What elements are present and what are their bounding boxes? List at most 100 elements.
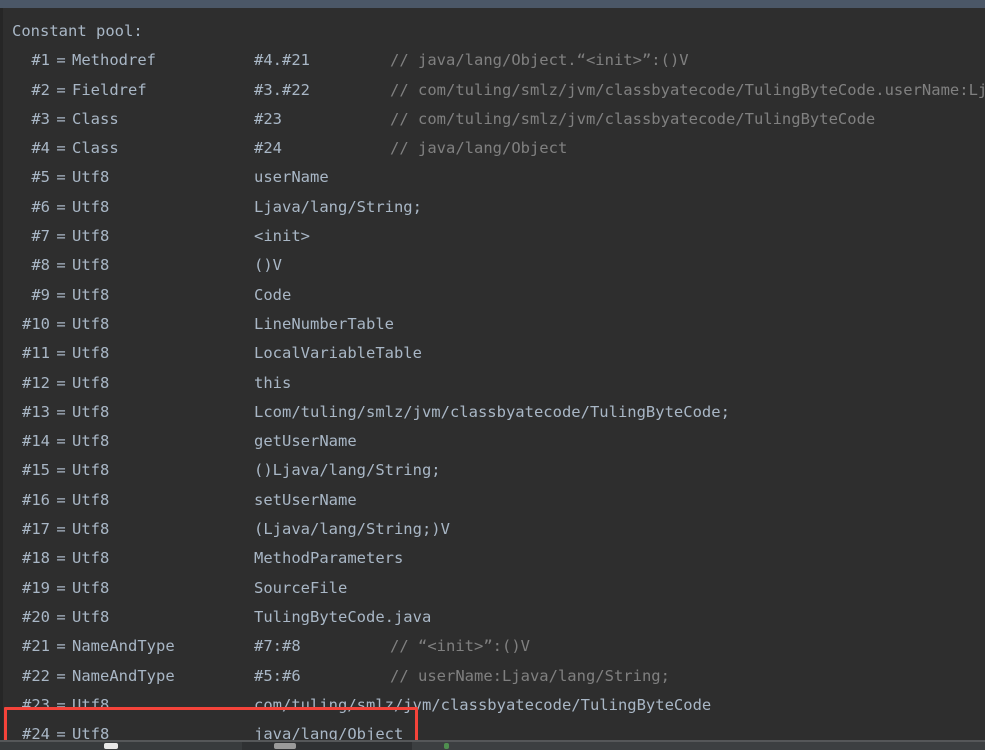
screenshot-root: Constant pool: #1 = Methodref #4.#21 // java… <box>0 0 985 750</box>
constant-pool-row[interactable]: #20 = Utf8 TulingByteCode.java <box>3 603 985 632</box>
javap-output-console[interactable]: Constant pool: #1 = Methodref #4.#21 // java… <box>3 8 985 742</box>
constant-pool-row[interactable]: #19 = Utf8 SourceFile <box>3 574 985 603</box>
constant-pool-tag: NameAndType <box>72 637 175 656</box>
os-taskbar[interactable] <box>0 742 985 750</box>
constant-pool-value: setUserName <box>254 490 357 509</box>
constant-pool-value: #24 <box>254 139 282 158</box>
constant-pool-value: SourceFile <box>254 578 348 597</box>
constant-pool-value: userName <box>254 168 329 187</box>
constant-pool-row[interactable]: #17 = Utf8 (Ljava/lang/String;)V <box>3 515 985 544</box>
constant-pool-index: #20 <box>22 607 50 626</box>
taskbar-app-icon-3[interactable] <box>444 743 449 749</box>
constant-pool-index: #9 <box>31 285 50 304</box>
constant-pool-tag: Utf8 <box>72 461 110 480</box>
constant-pool-tag: Utf8 <box>72 373 110 392</box>
constant-pool-index: #12 <box>22 373 50 392</box>
constant-pool-value: #4.#21 <box>254 51 310 70</box>
constant-pool-equals: = <box>56 285 66 304</box>
constant-pool-index: #6 <box>31 197 50 216</box>
taskbar-segment-1[interactable] <box>0 742 160 750</box>
constant-pool-equals: = <box>56 109 66 128</box>
constant-pool-row[interactable]: #23 = Utf8 com/tuling/smlz/jvm/classbyateco… <box>3 691 985 720</box>
constant-pool-row[interactable]: #24 = Utf8 java/lang/Object <box>3 720 985 742</box>
constant-pool-equals: = <box>56 51 66 70</box>
constant-pool-index: #7 <box>31 227 50 246</box>
taskbar-segment-2[interactable] <box>160 742 242 750</box>
constant-pool-equals: = <box>56 197 66 216</box>
constant-pool-tag: Utf8 <box>72 520 110 539</box>
constant-pool-row[interactable]: #7 = Utf8 <init> <box>3 222 985 251</box>
constant-pool-index: #5 <box>31 168 50 187</box>
constant-pool-value: (Ljava/lang/String;)V <box>254 520 450 539</box>
constant-pool-tag: NameAndType <box>72 666 175 685</box>
constant-pool-row[interactable]: #2 = Fieldref #3.#22 // com/tuling/smlz/jvm/… <box>3 76 985 105</box>
constant-pool-value: ()V <box>254 256 282 275</box>
constant-pool-comment: // “<init>”:()V <box>390 637 530 656</box>
constant-pool-equals: = <box>56 344 66 363</box>
constant-pool-index: #10 <box>22 314 50 333</box>
constant-pool-value: LocalVariableTable <box>254 344 422 363</box>
constant-pool-value: this <box>254 373 292 392</box>
constant-pool-index: #23 <box>22 695 50 714</box>
constant-pool-equals: = <box>56 725 66 742</box>
constant-pool-tag: Utf8 <box>72 402 110 421</box>
constant-pool-comment: // java/lang/Object <box>390 139 568 158</box>
constant-pool-row[interactable]: #21 = NameAndType #7:#8 // “<init>”:()V <box>3 632 985 661</box>
taskbar-app-icon-2[interactable] <box>274 743 296 749</box>
constant-pool-value: <init> <box>254 227 310 246</box>
constant-pool-index: #15 <box>22 461 50 480</box>
constant-pool-row[interactable]: #6 = Utf8 Ljava/lang/String; <box>3 193 985 222</box>
constant-pool-comment: // java/lang/Object.“<init>”:()V <box>390 51 689 70</box>
constant-pool-equals: = <box>56 314 66 333</box>
constant-pool-value: ()Ljava/lang/String; <box>254 461 441 480</box>
constant-pool-row[interactable]: #14 = Utf8 getUserName <box>3 427 985 456</box>
constant-pool-tag: Utf8 <box>72 285 110 304</box>
constant-pool-row[interactable]: #18 = Utf8 MethodParameters <box>3 544 985 573</box>
constant-pool-row[interactable]: #11 = Utf8 LocalVariableTable <box>3 339 985 368</box>
constant-pool-tag: Utf8 <box>72 227 110 246</box>
constant-pool-row[interactable]: #16 = Utf8 setUserName <box>3 486 985 515</box>
constant-pool-row[interactable]: #4 = Class #24 // java/lang/Object <box>3 134 985 163</box>
constant-pool-equals: = <box>56 227 66 246</box>
constant-pool-index: #21 <box>22 637 50 656</box>
constant-pool-row[interactable]: #13 = Utf8 Lcom/tuling/smlz/jvm/classbyatec… <box>3 398 985 427</box>
constant-pool-value: getUserName <box>254 432 357 451</box>
constant-pool-equals: = <box>56 139 66 158</box>
constant-pool-value: java/lang/Object <box>254 725 404 742</box>
constant-pool-equals: = <box>56 578 66 597</box>
constant-pool-tag: Class <box>72 109 119 128</box>
constant-pool-row[interactable]: #12 = Utf8 this <box>3 369 985 398</box>
constant-pool-row[interactable]: #10 = Utf8 LineNumberTable <box>3 310 985 339</box>
constant-pool-index: #24 <box>22 725 50 742</box>
constant-pool-tag: Utf8 <box>72 168 110 187</box>
taskbar-segment-3[interactable] <box>242 742 412 750</box>
constant-pool-equals: = <box>56 432 66 451</box>
constant-pool-row[interactable]: #8 = Utf8 ()V <box>3 251 985 280</box>
constant-pool-comment: // userName:Ljava/lang/String; <box>390 666 670 685</box>
constant-pool-row[interactable]: #5 = Utf8 userName <box>3 163 985 192</box>
constant-pool-equals: = <box>56 490 66 509</box>
constant-pool-row[interactable]: #15 = Utf8 ()Ljava/lang/String; <box>3 456 985 485</box>
constant-pool-index: #8 <box>31 256 50 275</box>
constant-pool-tag: Utf8 <box>72 197 110 216</box>
constant-pool-equals: = <box>56 168 66 187</box>
constant-pool-index: #16 <box>22 490 50 509</box>
constant-pool-tag: Class <box>72 139 119 158</box>
constant-pool-index: #18 <box>22 549 50 568</box>
constant-pool-row[interactable]: #1 = Methodref #4.#21 // java/lang/Object.“<… <box>3 46 985 75</box>
constant-pool-row[interactable]: #9 = Utf8 Code <box>3 281 985 310</box>
constant-pool-row[interactable]: #22 = NameAndType #5:#6 // userName:Ljava/la… <box>3 662 985 691</box>
constant-pool-equals: = <box>56 637 66 656</box>
constant-pool-index: #4 <box>31 139 50 158</box>
constant-pool-row[interactable]: #3 = Class #23 // com/tuling/smlz/jvm/classb… <box>3 105 985 134</box>
taskbar-app-icon-1[interactable] <box>104 743 118 749</box>
constant-pool-equals: = <box>56 520 66 539</box>
constant-pool-index: #13 <box>22 402 50 421</box>
constant-pool-index: #14 <box>22 432 50 451</box>
constant-pool-value: MethodParameters <box>254 549 404 568</box>
constant-pool-equals: = <box>56 461 66 480</box>
ide-toolbar-strip <box>0 0 985 8</box>
taskbar-segment-4[interactable] <box>412 742 985 750</box>
constant-pool-equals: = <box>56 80 66 99</box>
constant-pool-index: #3 <box>31 109 50 128</box>
